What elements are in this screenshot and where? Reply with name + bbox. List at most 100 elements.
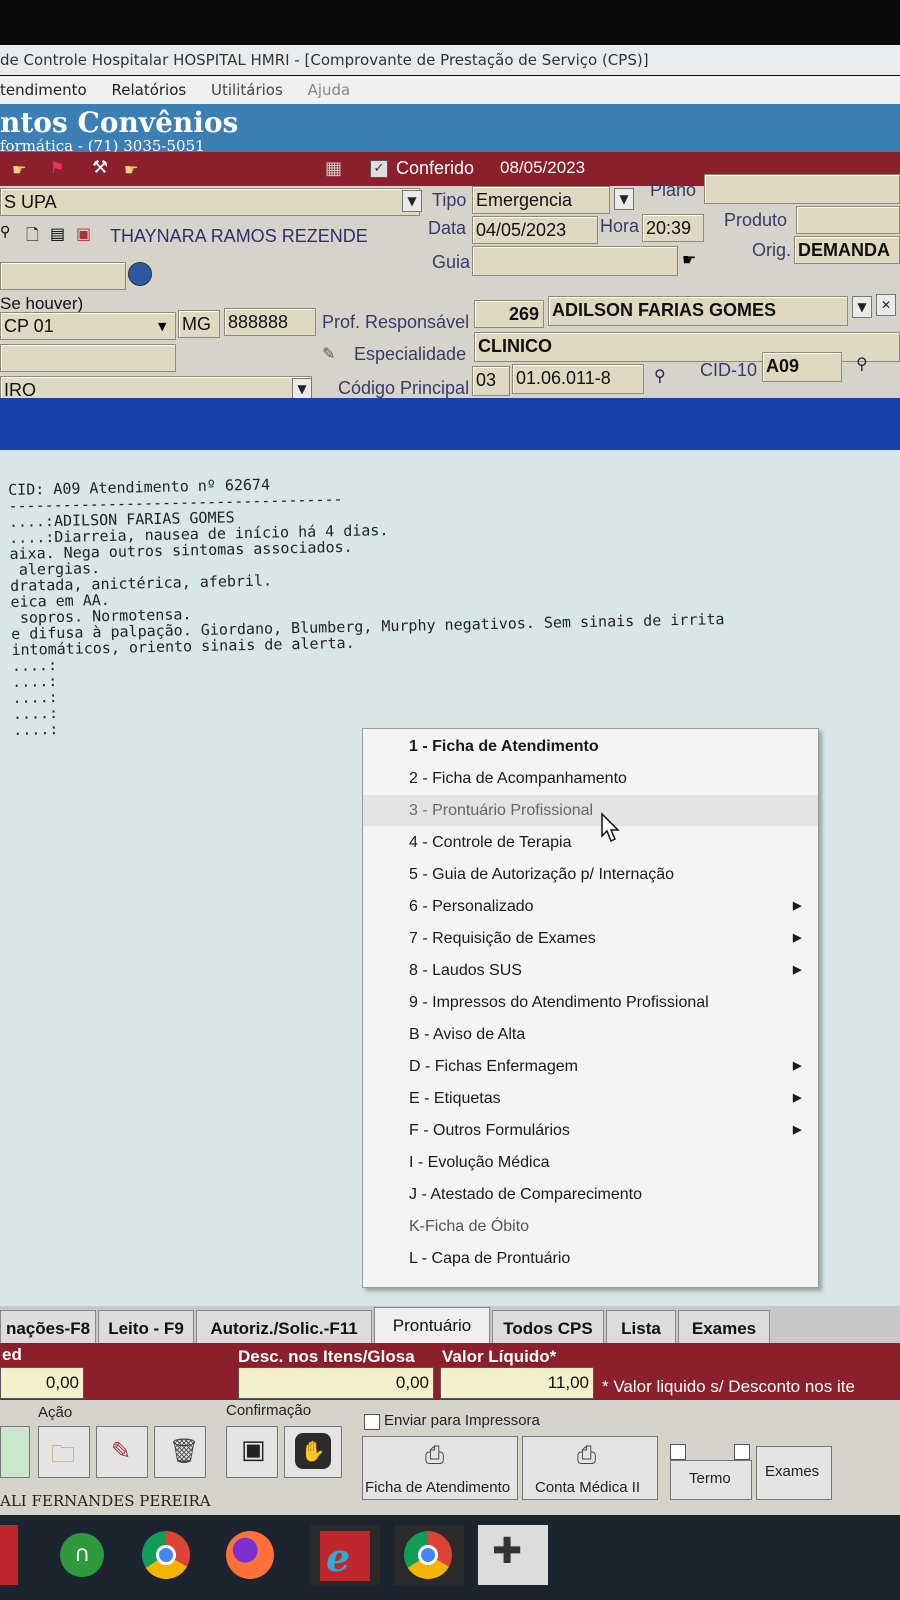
conferido-label: Conferido bbox=[396, 158, 475, 178]
menu-atendimento[interactable]: tendimento bbox=[0, 81, 87, 99]
menu-item-controle-terapia[interactable]: 4 - Controle de Terapia bbox=[363, 827, 818, 858]
left-field-row3[interactable] bbox=[0, 262, 126, 290]
enviar-checkbox[interactable] bbox=[364, 1414, 380, 1430]
tab-exames[interactable]: Exames bbox=[678, 1310, 770, 1346]
plano-field[interactable] bbox=[704, 174, 900, 204]
menu-item-outros-formularios[interactable]: F - Outros Formulários ▶ bbox=[363, 1115, 818, 1146]
menu-item-atestado-comparecimento[interactable]: J - Atestado de Comparecimento bbox=[363, 1179, 818, 1210]
chevron-down-icon[interactable]: ▼ bbox=[158, 320, 166, 333]
stop-hand-icon: ✋ bbox=[295, 1433, 331, 1469]
os-taskbar: ∩ e ✚ bbox=[0, 1515, 900, 1600]
tools-icon[interactable]: ⚒ bbox=[92, 157, 108, 178]
plano-label: Plano bbox=[650, 180, 697, 200]
edit-button[interactable] bbox=[0, 1426, 30, 1478]
crm-field[interactable]: 888888 bbox=[224, 308, 316, 336]
submenu-arrow-icon: ▶ bbox=[793, 1124, 802, 1136]
orig-field[interactable]: DEMANDA bbox=[794, 236, 900, 264]
left-field-row5[interactable] bbox=[0, 344, 176, 372]
tab-nacoes[interactable]: nações-F8 bbox=[0, 1310, 96, 1346]
menu-ajuda[interactable]: Ajuda bbox=[308, 81, 351, 99]
prof-code-field[interactable]: 269 bbox=[474, 300, 544, 328]
valor-liquido-note: * Valor liquido s/ Desconto nos ite bbox=[602, 1377, 855, 1396]
chrome-user-icon[interactable] bbox=[394, 1525, 464, 1585]
menu-item-ficha-obito[interactable]: K-Ficha de Óbito bbox=[363, 1211, 818, 1242]
pen-icon[interactable]: ✎ bbox=[322, 344, 335, 363]
menu-item-ficha-acompanhamento[interactable]: 2 - Ficha de Acompanhamento bbox=[363, 763, 818, 794]
open-folder-button[interactable]: 🗀 bbox=[38, 1426, 90, 1478]
unit-field[interactable]: S UPA bbox=[0, 188, 420, 216]
tab-leito[interactable]: Leito - F9 bbox=[98, 1310, 194, 1346]
headset-icon[interactable]: ∩ bbox=[54, 1525, 114, 1585]
menu-item-guia-autorizacao[interactable]: 5 - Guia de Autorização p/ Internação bbox=[363, 859, 818, 890]
data-field[interactable]: 04/05/2023 bbox=[472, 216, 598, 244]
document-icon[interactable]: 🗋 bbox=[26, 224, 39, 251]
menu-item-prontuario-profissional[interactable]: 3 - Prontuário Profissional bbox=[363, 795, 818, 826]
printer-icon: ⎙ bbox=[425, 1441, 445, 1469]
ficha-atendimento-button[interactable]: ⎙ Ficha de Atendimento bbox=[362, 1436, 518, 1500]
codigo-prefix-field[interactable]: 03 bbox=[472, 366, 510, 396]
menu-bar: tendimento Relatórios Utilitários Ajuda bbox=[0, 76, 900, 105]
print-icon[interactable]: ▣ bbox=[76, 224, 91, 243]
app-icon-red[interactable] bbox=[0, 1525, 18, 1585]
globe-icon[interactable] bbox=[128, 262, 152, 286]
tab-autoriz-solic[interactable]: Autoriz./Solic.-F11 bbox=[196, 1310, 372, 1346]
pointer-icon[interactable]: ☛ bbox=[12, 160, 26, 179]
guia-pointer-icon[interactable]: ☛ bbox=[682, 250, 696, 269]
firefox-icon[interactable] bbox=[222, 1525, 282, 1585]
calculator-icon[interactable]: ▦ bbox=[325, 158, 342, 179]
menu-item-personalizado[interactable]: 6 - Personalizado ▶ bbox=[363, 891, 818, 922]
tipo-dropdown-button[interactable]: ▼ bbox=[614, 188, 634, 210]
produto-field[interactable] bbox=[796, 206, 900, 234]
cancel-button[interactable]: ✋ bbox=[284, 1426, 342, 1478]
menu-item-impressos-atendimento[interactable]: 9 - Impressos do Atendimento Profissiona… bbox=[363, 987, 818, 1018]
syringe-app-icon[interactable]: ✚ bbox=[478, 1525, 548, 1585]
uf-field[interactable]: MG bbox=[178, 310, 220, 338]
conselho-select[interactable]: CP 01 bbox=[0, 312, 176, 340]
app-screen: de Controle Hospitalar HOSPITAL HMRI - [… bbox=[0, 0, 900, 1600]
prof-name-field[interactable]: ADILSON FARIAS GOMES bbox=[548, 296, 848, 326]
conferido-date: 08/05/2023 bbox=[500, 158, 586, 177]
tab-prontuario[interactable]: Prontuário bbox=[374, 1307, 490, 1348]
menu-item-etiquetas[interactable]: E - Etiquetas ▶ bbox=[363, 1083, 818, 1114]
orig-label: Orig. bbox=[752, 240, 792, 260]
save-button[interactable]: ▣ bbox=[226, 1426, 278, 1478]
codigo-principal-field[interactable]: 01.06.011-8 bbox=[512, 364, 644, 394]
iro-dropdown-button[interactable]: ▼ bbox=[292, 378, 312, 400]
conta-medica-button[interactable]: ⎙ Conta Médica II bbox=[522, 1436, 658, 1500]
cid-field[interactable]: A09 bbox=[762, 352, 842, 382]
internet-explorer-icon[interactable]: e bbox=[310, 1525, 380, 1585]
guia-field[interactable] bbox=[472, 246, 678, 276]
submenu-arrow-icon: ▶ bbox=[793, 1092, 802, 1104]
binoculars-icon[interactable]: ⚲ bbox=[0, 224, 10, 240]
tab-todos-cps[interactable]: Todos CPS bbox=[492, 1310, 604, 1346]
exames-button[interactable]: Exames bbox=[756, 1446, 832, 1500]
write-button[interactable]: ✎ bbox=[96, 1426, 148, 1478]
menu-item-fichas-enfermagem[interactable]: D - Fichas Enfermagem ▶ bbox=[363, 1051, 818, 1082]
pointer-icon[interactable]: ☛ bbox=[124, 160, 138, 179]
unit-dropdown-button[interactable]: ▼ bbox=[402, 190, 422, 212]
menu-item-requisicao-exames[interactable]: 7 - Requisição de Exames ▶ bbox=[363, 923, 818, 954]
conferido-checkbox[interactable]: ✓ bbox=[370, 160, 388, 178]
menu-item-evolucao-medica[interactable]: I - Evolução Médica bbox=[363, 1147, 818, 1178]
termo-checkbox-right[interactable] bbox=[734, 1444, 750, 1460]
delete-button[interactable]: 🗑 bbox=[154, 1426, 206, 1478]
flag-icon[interactable]: ⚑ bbox=[50, 158, 64, 177]
binoculars-icon[interactable]: ⚲ bbox=[856, 354, 868, 373]
prof-clear-button[interactable]: ✕ bbox=[876, 294, 896, 316]
tipo-select[interactable]: Emergencia bbox=[472, 186, 610, 214]
prof-dropdown-button[interactable]: ▼ bbox=[852, 296, 872, 318]
binoculars-icon[interactable]: ⚲ bbox=[654, 366, 666, 385]
menu-item-laudos-sus[interactable]: 8 - Laudos SUS ▶ bbox=[363, 955, 818, 986]
termo-checkbox-left[interactable] bbox=[670, 1444, 686, 1460]
chrome-icon[interactable] bbox=[138, 1525, 198, 1585]
tab-lista[interactable]: Lista bbox=[606, 1310, 676, 1346]
menu-item-ficha-atendimento[interactable]: 1 - Ficha de Atendimento bbox=[363, 731, 818, 762]
menu-relatorios[interactable]: Relatórios bbox=[112, 81, 187, 99]
hora-field[interactable]: 20:39 bbox=[642, 214, 704, 242]
termo-button[interactable]: Termo bbox=[670, 1460, 752, 1500]
menu-item-aviso-alta[interactable]: B - Aviso de Alta bbox=[363, 1019, 818, 1050]
menu-item-capa-prontuario[interactable]: L - Capa de Prontuário bbox=[363, 1243, 818, 1274]
card-icon[interactable]: ▤ bbox=[50, 224, 65, 243]
menu-utilitarios[interactable]: Utilitários bbox=[211, 81, 283, 99]
confirmacao-label: Confirmação bbox=[226, 1402, 312, 1419]
